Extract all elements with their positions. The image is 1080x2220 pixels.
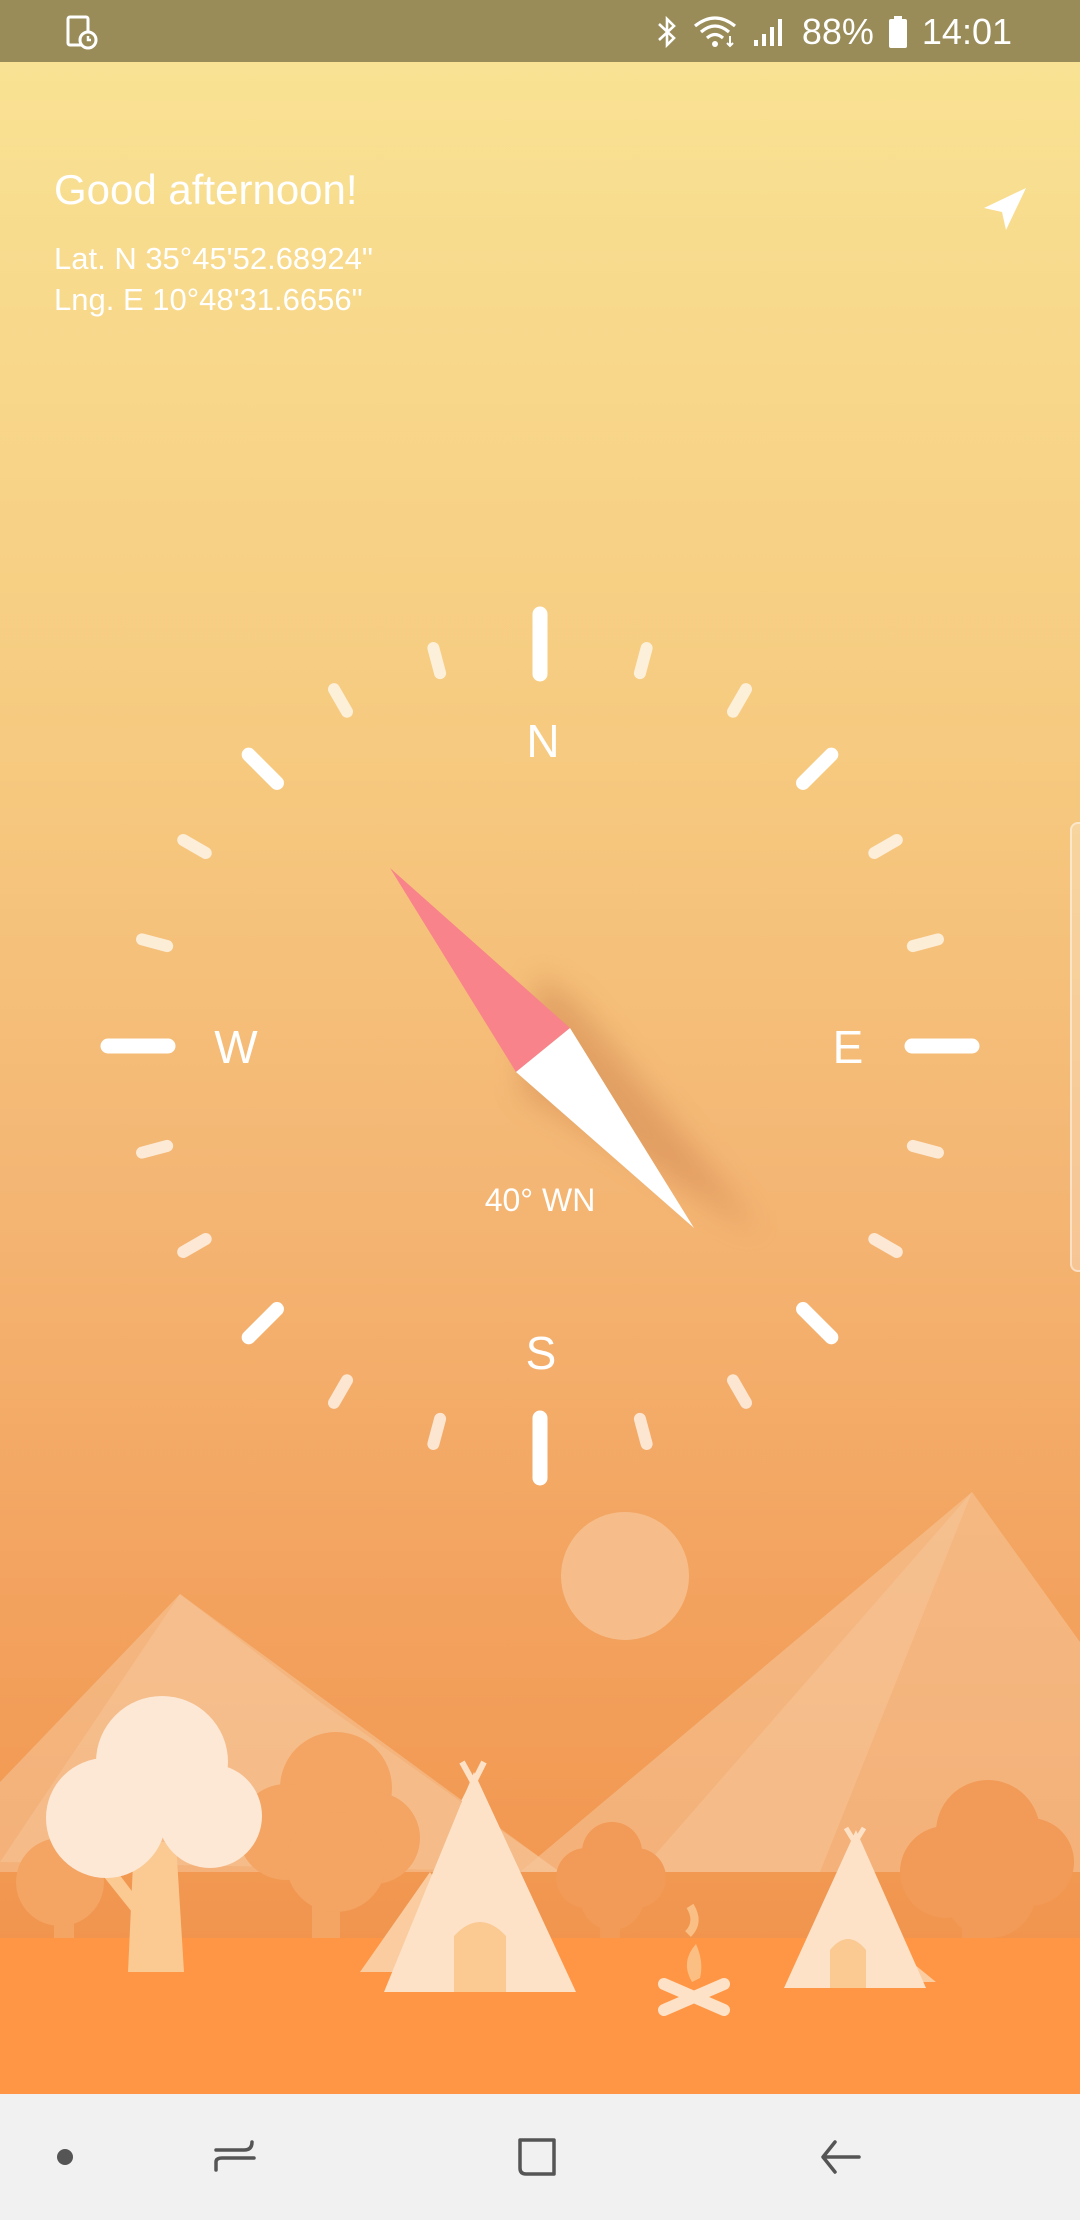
status-bar: 88% 14:01 <box>0 0 1080 62</box>
compass-tick <box>727 683 752 718</box>
compass-tick <box>906 933 944 953</box>
dir-east: E <box>832 1021 864 1073</box>
compass-tick <box>328 683 353 718</box>
navigation-bar <box>0 2094 1080 2220</box>
dir-south: S <box>525 1327 557 1379</box>
compass-tick <box>868 1233 903 1258</box>
compass-tick <box>177 834 212 859</box>
compass-tick <box>727 1374 752 1409</box>
compass-needle <box>390 868 760 1232</box>
home-button[interactable] <box>502 2122 572 2192</box>
signal-icon <box>753 19 782 46</box>
compass-dial <box>100 606 980 1486</box>
wifi-icon <box>693 16 736 48</box>
battery-icon <box>888 16 907 48</box>
dot-icon <box>57 2149 73 2165</box>
clock: 14:01 <box>921 11 1012 52</box>
dir-west: W <box>214 1021 258 1073</box>
compass-tick <box>136 933 174 953</box>
compass-tick <box>633 642 653 680</box>
back-button[interactable] <box>805 2122 875 2192</box>
recents-icon <box>214 2140 256 2172</box>
compass-tick <box>633 1412 653 1450</box>
compass-tick <box>136 1139 174 1159</box>
compass-tick <box>241 1302 284 1345</box>
home-icon <box>518 2138 556 2176</box>
bluetooth-icon <box>657 15 676 49</box>
dot-button[interactable] <box>30 2122 100 2192</box>
compass-tick <box>906 1139 944 1159</box>
needle-north <box>390 868 570 1072</box>
compass-tick <box>241 747 284 790</box>
compass-tick <box>177 1233 212 1258</box>
recents-button[interactable] <box>200 2122 270 2192</box>
compass-tick <box>796 747 839 790</box>
battery-percent: 88% <box>801 11 874 52</box>
back-icon <box>821 2140 861 2174</box>
compass-tick <box>427 1412 447 1450</box>
dir-north: N <box>526 715 560 767</box>
heading-readout: 40° WN <box>484 1182 596 1218</box>
compass-screen: Good afternoon! Lat. N 35°45'52.68924" L… <box>0 62 1080 2094</box>
compass-tick <box>796 1302 839 1345</box>
compass-tick <box>868 834 903 859</box>
compass-tick <box>427 642 447 680</box>
screenshot-icon <box>66 15 98 50</box>
compass-tick <box>328 1374 353 1409</box>
